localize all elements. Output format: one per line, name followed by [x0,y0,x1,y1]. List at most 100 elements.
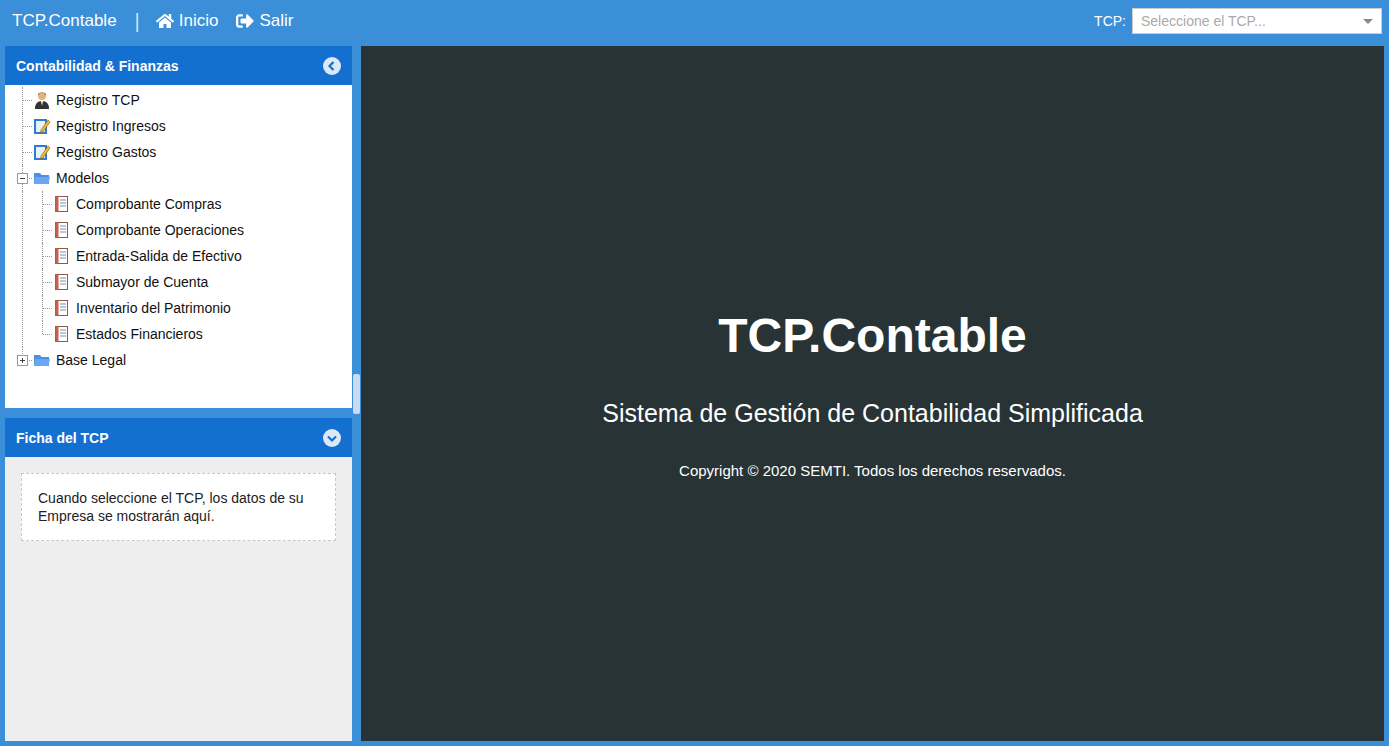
tree-item-icon-box [53,221,71,239]
tree-item-label: Entrada-Salida de Efectivo [76,248,242,264]
tree-item-label: Inventario del Patrimonio [76,300,231,316]
tree-item-label: Registro TCP [56,92,140,108]
nav-label: Salir [259,11,293,31]
tcp-placeholder: Seleccione el TCP... [1141,13,1266,29]
tree-item-icon-box [33,351,51,369]
home-icon [156,12,174,30]
tree-children: Comprobante Compras Comprobante Operacion… [13,191,352,347]
tree-item[interactable]: Modelos [13,165,352,191]
expand-icon[interactable] [17,355,28,366]
tree-item[interactable]: Submayor de Cuenta [33,269,352,295]
document-icon [53,299,71,317]
tree-item-label: Estados Financieros [76,326,203,342]
document-icon [53,247,71,265]
hero-title: TCP.Contable [718,308,1026,363]
tree-node: Registro Ingresos [13,113,352,139]
nav-link[interactable]: Salir [236,11,293,31]
top-bar: TCP.Contable|InicioSalirTCP:Seleccione e… [0,0,1389,46]
tree-node: Entrada-Salida de Efectivo [33,243,352,269]
tree-item-icon-box [33,91,51,109]
document-icon [53,273,71,291]
sign-out-icon [236,12,254,30]
collapse-left-icon[interactable] [323,57,341,75]
document-icon [53,195,71,213]
dropdown-arrow-icon [1363,19,1373,24]
tree-item-icon-box [33,143,51,161]
tree-item[interactable]: Registro Gastos [13,139,352,165]
tree-connector [33,321,53,347]
hero-subtitle: Sistema de Gestión de Contabilidad Simpl… [602,399,1143,428]
tree-node: Inventario del Patrimonio [33,295,352,321]
tree-item-icon-box [53,299,71,317]
tree-connector [33,217,53,243]
tree-item-icon-box [33,117,51,135]
edit-note-icon [33,117,51,135]
tree-node: Modelos Comprobante Compras Comprobante Op… [13,165,352,347]
tree-node: Submayor de Cuenta [33,269,352,295]
collapse-down-icon[interactable] [323,429,341,447]
tree-connector [33,295,53,321]
tree-node: Estados Financieros [33,321,352,347]
tree-node: Comprobante Operaciones [33,217,352,243]
card-title: Ficha del TCP [16,430,109,446]
tree-item[interactable]: Inventario del Patrimonio [33,295,352,321]
sidebar-title: Contabilidad & Finanzas [16,58,179,74]
card-header: Ficha del TCP [5,418,352,457]
tree-item-label: Base Legal [56,352,126,368]
app-title[interactable]: TCP.Contable [12,11,117,31]
edit-note-icon [33,143,51,161]
tree-item-label: Registro Ingresos [56,118,166,134]
tree-item-icon-box [33,169,51,187]
nav-label: Inicio [179,11,219,31]
left-column: Contabilidad & FinanzasRegistro TCPRegis… [5,46,352,741]
document-icon [53,325,71,343]
tree-node: Registro Gastos [13,139,352,165]
nav-link[interactable]: Inicio [156,11,219,31]
hero-copyright: Copyright © 2020 SEMTI. Todos los derech… [679,462,1066,479]
tree-connector [13,347,33,373]
tree-item[interactable]: Entrada-Salida de Efectivo [33,243,352,269]
content: Contabilidad & FinanzasRegistro TCPRegis… [0,46,1389,746]
tree-connector [13,113,33,139]
app: TCP.Contable|InicioSalirTCP:Seleccione e… [0,0,1389,746]
tree-connector [33,191,53,217]
document-icon [53,221,71,239]
tree-item-label: Comprobante Compras [76,196,222,212]
splitter-handle[interactable] [353,374,360,414]
person-icon [33,91,51,109]
tree-item[interactable]: Comprobante Compras [33,191,352,217]
tree-item-label: Submayor de Cuenta [76,274,208,290]
tcp-select[interactable]: Seleccione el TCP... [1132,8,1382,34]
card-body: Cuando seleccione el TCP, los datos de s… [5,457,352,741]
tree: Registro TCP Registro Ingresos Registro Ga… [5,85,352,373]
tree-item[interactable]: Estados Financieros [33,321,352,347]
tree-node: Comprobante Compras [33,191,352,217]
tree-item[interactable]: Base Legal [13,347,352,373]
tree-item-icon-box [53,195,71,213]
tree-item[interactable]: Registro TCP [13,87,352,113]
sidebar-panel: Contabilidad & FinanzasRegistro TCPRegis… [5,46,352,408]
info-message: Cuando seleccione el TCP, los datos de s… [21,473,336,541]
hero: TCP.Contable Sistema de Gestión de Contab… [361,46,1384,741]
sidebar-header: Contabilidad & Finanzas [5,46,352,85]
card-panel: Ficha del TCP Cuando seleccione el TCP, l… [5,418,352,741]
tree-item-icon-box [53,273,71,291]
tree-connector [13,139,33,165]
tree-item[interactable]: Comprobante Operaciones [33,217,352,243]
splitter[interactable] [352,46,361,741]
tree-connector [13,87,33,113]
tree-node: Base Legal [13,347,352,373]
tree-item-icon-box [53,247,71,265]
tree-connector [33,269,53,295]
tree-connector [33,243,53,269]
tree-item-label: Modelos [56,170,109,186]
tcp-label: TCP: [1094,13,1126,29]
tree-item-label: Comprobante Operaciones [76,222,244,238]
tree-item-icon-box [53,325,71,343]
tree-item-label: Registro Gastos [56,144,156,160]
collapse-icon[interactable] [17,173,28,184]
sidebar-body: Registro TCP Registro Ingresos Registro Ga… [5,85,352,408]
folder-icon [33,351,51,369]
tree-item[interactable]: Registro Ingresos [13,113,352,139]
folder-icon [33,169,51,187]
